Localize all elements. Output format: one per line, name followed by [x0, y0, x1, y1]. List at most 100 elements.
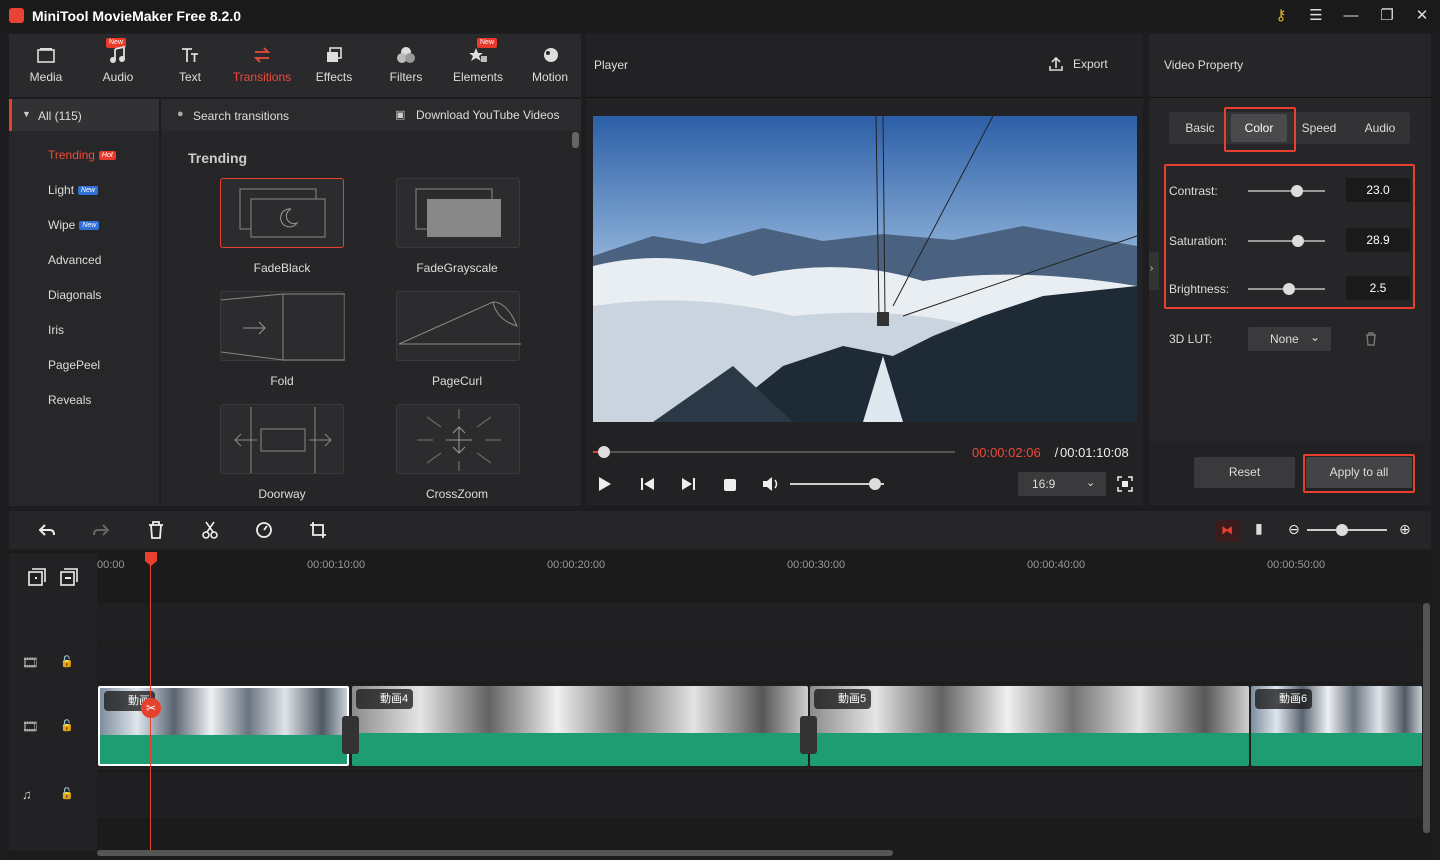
lock-icon[interactable]: 🔓	[60, 787, 74, 800]
playback-progress-knob[interactable]	[597, 446, 610, 458]
transition-fadegrayscale[interactable]	[396, 178, 520, 248]
category-diagonals[interactable]: Diagonals	[48, 288, 101, 302]
tool-elements[interactable]: New Elements	[442, 34, 514, 97]
stop-icon[interactable]	[723, 478, 737, 492]
tab-speed[interactable]: Speed	[1289, 112, 1349, 144]
delete-icon[interactable]	[148, 521, 164, 539]
menu-icon[interactable]: ☰	[1305, 6, 1327, 26]
lock-icon[interactable]: 🔓	[60, 655, 74, 668]
ruler-label: 00:00	[97, 559, 125, 571]
zoom-in-icon[interactable]: ⊕	[1399, 521, 1411, 538]
remove-track-icon[interactable]	[60, 568, 78, 586]
transition-fadeblack[interactable]	[220, 178, 344, 248]
tool-effects[interactable]: Effects	[298, 34, 370, 97]
download-icon: ▣	[395, 109, 406, 121]
pip-track	[97, 642, 1422, 682]
tool-text[interactable]: Text	[154, 34, 226, 97]
category-pagepeel[interactable]: PagePeel	[48, 358, 100, 372]
media-toolbar: Media New Audio Text Transitions Effects…	[9, 34, 581, 97]
speed-icon[interactable]	[255, 521, 273, 539]
app-logo-icon	[9, 8, 24, 23]
video-clip-1[interactable]: 動画	[98, 686, 349, 766]
tool-motion[interactable]: Motion	[514, 34, 586, 97]
category-label: Wipe	[48, 218, 76, 232]
tool-audio-label: Audio	[102, 70, 134, 84]
redo-icon[interactable]	[92, 522, 110, 538]
zoom-slider-knob[interactable]	[1336, 524, 1348, 536]
scrollbar-thumb[interactable]	[572, 132, 579, 148]
aspect-ratio-select[interactable]: 16:9 ⌄	[1018, 472, 1106, 496]
tool-transitions[interactable]: Transitions	[226, 34, 298, 97]
volume-knob[interactable]	[868, 478, 881, 490]
transition-fold[interactable]	[220, 291, 346, 361]
transition-crosszoom[interactable]	[396, 404, 520, 474]
download-youtube-button[interactable]: Download YouTube Videos	[416, 108, 559, 122]
video-clip-3[interactable]: 動画5	[810, 686, 1249, 766]
trash-icon[interactable]	[1365, 332, 1377, 346]
scissors-icon[interactable]: ✂	[141, 698, 161, 718]
total-time: 00:01:10:08	[1060, 445, 1129, 460]
reset-button[interactable]: Reset	[1194, 457, 1295, 488]
clip-label: 動画6	[1255, 689, 1313, 709]
volume-icon[interactable]	[761, 476, 781, 492]
export-button[interactable]: Export	[1048, 56, 1108, 72]
minimize-button[interactable]: —	[1340, 6, 1362, 26]
fold-thumbnail	[220, 293, 346, 361]
fullscreen-icon[interactable]	[1117, 476, 1133, 492]
undo-icon[interactable]	[38, 522, 56, 538]
caret-down-icon: ▼	[22, 109, 31, 119]
category-reveals[interactable]: Reveals	[48, 393, 91, 407]
category-iris[interactable]: Iris	[48, 323, 64, 337]
timeline-v-scrollbar[interactable]	[1423, 603, 1430, 833]
section-title: Trending	[188, 150, 248, 166]
category-advanced[interactable]: Advanced	[48, 253, 101, 267]
transition-doorway[interactable]	[220, 404, 344, 474]
lock-icon[interactable]: 🔓	[60, 719, 74, 732]
tab-audio[interactable]: Audio	[1350, 112, 1410, 144]
ruler-label: 00:00:30:00	[787, 559, 846, 571]
export-icon	[1049, 56, 1063, 71]
transition-slot-1[interactable]	[342, 716, 359, 754]
snap-toggle[interactable]: ⧓	[1216, 520, 1240, 542]
crop-icon[interactable]	[309, 521, 327, 539]
category-trending[interactable]: Trending Hot	[48, 148, 116, 162]
add-track-icon[interactable]	[28, 568, 46, 586]
next-frame-icon[interactable]	[680, 477, 696, 491]
collapse-panel-button[interactable]: ›	[1149, 252, 1159, 290]
close-button[interactable]: ✕	[1411, 6, 1433, 26]
transition-slot-2[interactable]	[800, 716, 817, 754]
tool-media[interactable]: Media	[10, 34, 82, 97]
category-light[interactable]: Light New	[48, 183, 99, 197]
transition-label: Doorway	[258, 487, 306, 501]
key-icon[interactable]: ⚷	[1270, 6, 1292, 26]
video-clip-2[interactable]: 動画4	[352, 686, 808, 766]
category-wipe[interactable]: Wipe New	[48, 218, 100, 232]
timeline-toolbar: ⧓ ▮ ⊖ ⊕	[9, 511, 1431, 549]
playback-progress-track[interactable]	[593, 451, 955, 453]
category-all-label: All (115)	[38, 109, 82, 123]
playhead-handle[interactable]	[144, 551, 158, 567]
fit-timeline-icon[interactable]: ▮	[1255, 520, 1263, 537]
zoom-out-icon[interactable]: ⊖	[1288, 521, 1300, 538]
lut-label: 3D LUT:	[1169, 332, 1213, 346]
doorway-thumbnail	[234, 407, 332, 473]
split-scissors-icon[interactable]	[202, 521, 218, 539]
video-clip-4[interactable]: 動画6	[1251, 686, 1422, 766]
category-label: Trending	[48, 148, 95, 162]
previous-frame-icon[interactable]	[640, 477, 656, 491]
video-property-panel: Video Property › Basic Color Speed Audio…	[1149, 34, 1431, 506]
highlight-color-tab	[1224, 107, 1296, 152]
timeline-h-scrollbar[interactable]	[97, 850, 893, 856]
tool-filters[interactable]: Filters	[370, 34, 442, 97]
audio-waveform	[352, 733, 808, 766]
tool-effects-label: Effects	[315, 70, 353, 84]
tool-audio[interactable]: New Audio	[82, 34, 154, 97]
maximize-button[interactable]: ❐	[1376, 6, 1398, 26]
search-input[interactable]: Search transitions	[193, 109, 289, 123]
tab-basic[interactable]: Basic	[1169, 112, 1231, 144]
play-icon[interactable]	[598, 476, 612, 492]
search-icon: ●	[177, 108, 184, 120]
transition-pagecurl[interactable]	[396, 291, 521, 361]
lut-select[interactable]: None ⌄	[1248, 327, 1331, 351]
category-all[interactable]: ▼ All (115)	[9, 99, 159, 131]
